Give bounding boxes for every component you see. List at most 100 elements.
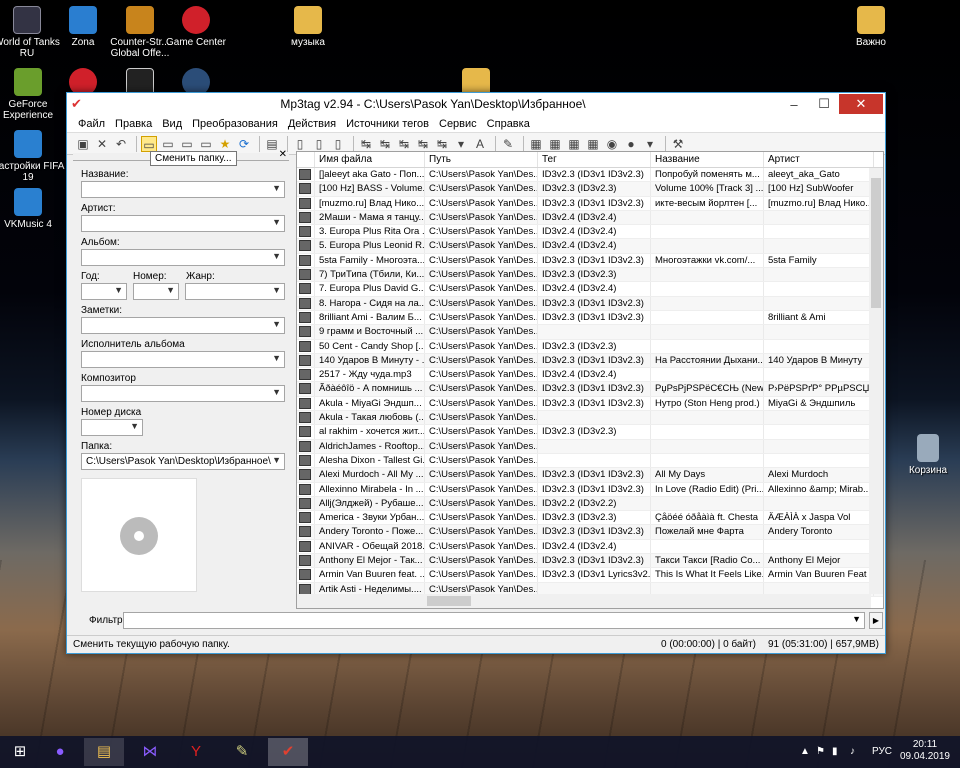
column-tag[interactable]: Тег (538, 152, 651, 167)
tray-arrow-icon[interactable]: ▲ (800, 746, 810, 757)
web-source-icon[interactable]: ● (623, 136, 639, 152)
title-bar[interactable]: ✔ Mp3tag v2.94 - C:\Users\Pasok Yan\Desk… (67, 93, 885, 115)
desktop-icon-game-center[interactable]: Game Center (158, 6, 234, 48)
tag-filename-icon[interactable]: ↹ (358, 136, 374, 152)
table-row[interactable]: 2517 - Жду чуда.mp3 C:\Users\Pasok Yan\De… (297, 368, 883, 383)
table-row[interactable]: AldrichJames - Rooftop... C:\Users\Pasok … (297, 439, 883, 454)
filter-apply-button[interactable]: ▶ (869, 612, 883, 629)
table-row[interactable]: 3. Europa Plus Rita Ora ... C:\Users\Paso… (297, 225, 883, 240)
table-row[interactable]: 5. Europa Plus Leonid R... C:\Users\Pasok… (297, 239, 883, 254)
table-row[interactable]: [muzmo.ru] Влад Нико... C:\Users\Pasok Ya… (297, 196, 883, 211)
remove-tag-icon[interactable]: ✕ (94, 136, 110, 152)
menu-view[interactable]: Вид (157, 118, 187, 130)
table-row[interactable]: Anthony El Mejor - Так... C:\Users\Pasok … (297, 554, 883, 569)
visual-studio-icon[interactable]: ⋈ (130, 738, 170, 766)
tray-flag-icon[interactable]: ⚑ (816, 746, 825, 757)
table-row[interactable]: Allj(Элджей) - Рубаше... C:\Users\Pasok Y… (297, 496, 883, 512)
desktop-folder-vazhno[interactable]: Важно (833, 6, 909, 48)
title-combobox[interactable]: ▼ (81, 181, 285, 198)
save-icon[interactable]: ▣ (75, 136, 91, 152)
cut-icon[interactable]: ▯ (292, 136, 308, 152)
composer-combobox[interactable]: ▼ (81, 385, 285, 402)
tag-sources-icon[interactable]: ▦ (566, 136, 582, 152)
menu-edit[interactable]: Правка (110, 118, 157, 130)
desktop-folder-muzyka[interactable]: музыка (270, 6, 346, 48)
table-row[interactable]: 8rilliant Ami - Валим Б... C:\Users\Pasok… (297, 310, 883, 326)
table-row[interactable]: Andery Toronto - Поже... C:\Users\Pasok Y… (297, 525, 883, 540)
column-filename[interactable]: Имя файла (315, 152, 425, 167)
table-row[interactable]: Alexi Murdoch - All My ... C:\Users\Pasok… (297, 468, 883, 483)
actions-icon[interactable]: ▾ (453, 136, 469, 152)
column-path[interactable]: Путь (425, 152, 538, 167)
text-file-tag-icon[interactable]: ↹ (415, 136, 431, 152)
favorites-star-icon[interactable]: ★ (217, 136, 233, 152)
copy-icon[interactable]: ▯ (311, 136, 327, 152)
table-row[interactable]: Akula - Такая любовь (... C:\Users\Pasok … (297, 411, 883, 426)
album-combobox[interactable]: ▼ (81, 249, 285, 266)
table-row[interactable]: 9 грамм и Восточный ... C:\Users\Pasok Ya… (297, 325, 883, 340)
comment-combobox[interactable]: ▼ (81, 317, 285, 334)
desktop-icon-fifa[interactable]: Настройки FIFA 19 (0, 130, 66, 183)
table-row[interactable]: 7) ТриТипа (Тбили, Ки... C:\Users\Pasok Y… (297, 268, 883, 283)
tray-language[interactable]: РУС (872, 746, 892, 757)
table-row[interactable]: 7. Europa Plus David G... C:\Users\Pasok … (297, 282, 883, 297)
maximize-button[interactable]: ☐ (809, 96, 839, 112)
menu-file[interactable]: Файл (73, 118, 110, 130)
table-row[interactable]: Alesha Dixon - Tallest Gi... C:\Users\Pas… (297, 453, 883, 469)
folder-combobox[interactable]: C:\Users\Pasok Yan\Desktop\Избранное\ ▼ (81, 453, 285, 470)
tray-clock[interactable]: 20:11 09.04.2019 (900, 739, 950, 763)
filename-tag-icon[interactable]: ↹ (377, 136, 393, 152)
tag-tag-icon[interactable]: ↹ (434, 136, 450, 152)
table-row[interactable]: al rakhim - хочется жит... C:\Users\Pasok… (297, 425, 883, 440)
table-row[interactable]: []aleeyt aka Gato - Поп... C:\Users\Pasok… (297, 168, 883, 183)
mp3tag-taskbar-icon[interactable]: ✔ (268, 738, 308, 766)
playlist-export-icon[interactable]: ▦ (547, 136, 563, 152)
track-combobox[interactable]: ▼ (133, 283, 179, 300)
table-row[interactable]: 50 Cent - Candy Shop [... C:\Users\Pasok … (297, 339, 883, 354)
paint-icon[interactable]: ✎ (222, 738, 262, 766)
table-row[interactable]: Ãðàéôîö - А помнишь ... C:\Users\Pasok Ya… (297, 382, 883, 397)
tray-network-icon[interactable]: ▮ (832, 746, 838, 757)
table-row[interactable]: ANIVAR - Обещай 2018... C:\Users\Pasok Ya… (297, 539, 883, 555)
menu-tools[interactable]: Сервис (434, 118, 482, 130)
start-windows-icon[interactable]: ⊞ (0, 738, 40, 766)
artist-combobox[interactable]: ▼ (81, 215, 285, 232)
dropdown-icon[interactable]: ▾ (642, 136, 658, 152)
filename-filename-icon[interactable]: ↹ (396, 136, 412, 152)
year-combobox[interactable]: ▼ (81, 283, 127, 300)
desktop-icon-vkmusic[interactable]: VKMusic 4 (0, 188, 66, 230)
horizontal-scrollbar[interactable] (297, 594, 871, 608)
scroll-thumb[interactable] (427, 596, 471, 606)
table-row[interactable]: Allexinno Mirabela - In ... C:\Users\Paso… (297, 482, 883, 497)
disc-combobox[interactable]: ▼ (81, 419, 143, 436)
case-conversion-icon[interactable]: A (472, 136, 488, 152)
tray-volume-icon[interactable]: ♪ (850, 746, 855, 757)
alice-icon[interactable]: ● (40, 738, 80, 766)
close-panel-icon[interactable]: ✕ (279, 149, 287, 160)
freedb-icon[interactable]: ▦ (585, 136, 601, 152)
desktop-icon-recycle-bin[interactable]: Корзина (890, 434, 960, 476)
table-row[interactable]: 8. Нагора - Сидя на ла... C:\Users\Pasok … (297, 296, 883, 311)
cover-art[interactable] (81, 478, 197, 592)
explorer-icon[interactable]: ▤ (84, 738, 124, 766)
menu-convert[interactable]: Преобразования (187, 118, 283, 130)
undo-icon[interactable]: ↶ (113, 136, 129, 152)
table-row[interactable]: 140 Ударов В Минуту - ... C:\Users\Pasok … (297, 353, 883, 369)
open-folder-icon[interactable]: ▭ (179, 136, 195, 152)
playlist-icon[interactable]: ▭ (198, 136, 214, 152)
add-folder-icon[interactable]: ▭ (160, 136, 176, 152)
table-row[interactable]: Akula - MiyaGi Эндшп... C:\Users\Pasok Ya… (297, 396, 883, 412)
column-artist[interactable]: Артист (764, 152, 874, 167)
vertical-scrollbar[interactable] (869, 168, 883, 594)
table-row[interactable]: 2Маши - Мама я танцу... C:\Users\Pasok Ya… (297, 210, 883, 226)
minimize-button[interactable]: – (779, 97, 809, 112)
scroll-thumb[interactable] (871, 178, 881, 308)
export-icon[interactable]: ▦ (528, 136, 544, 152)
menu-actions[interactable]: Действия (283, 118, 341, 130)
select-all-icon[interactable]: ▤ (264, 136, 280, 152)
options-wrench-icon[interactable]: ⚒ (670, 136, 686, 152)
yandex-browser-icon[interactable]: Y (176, 738, 216, 766)
genre-combobox[interactable]: ▼ (185, 283, 285, 300)
table-row[interactable]: America - Звуки Урбан... C:\Users\Pasok Y… (297, 511, 883, 526)
change-folder-icon[interactable]: ▭ (141, 135, 157, 152)
